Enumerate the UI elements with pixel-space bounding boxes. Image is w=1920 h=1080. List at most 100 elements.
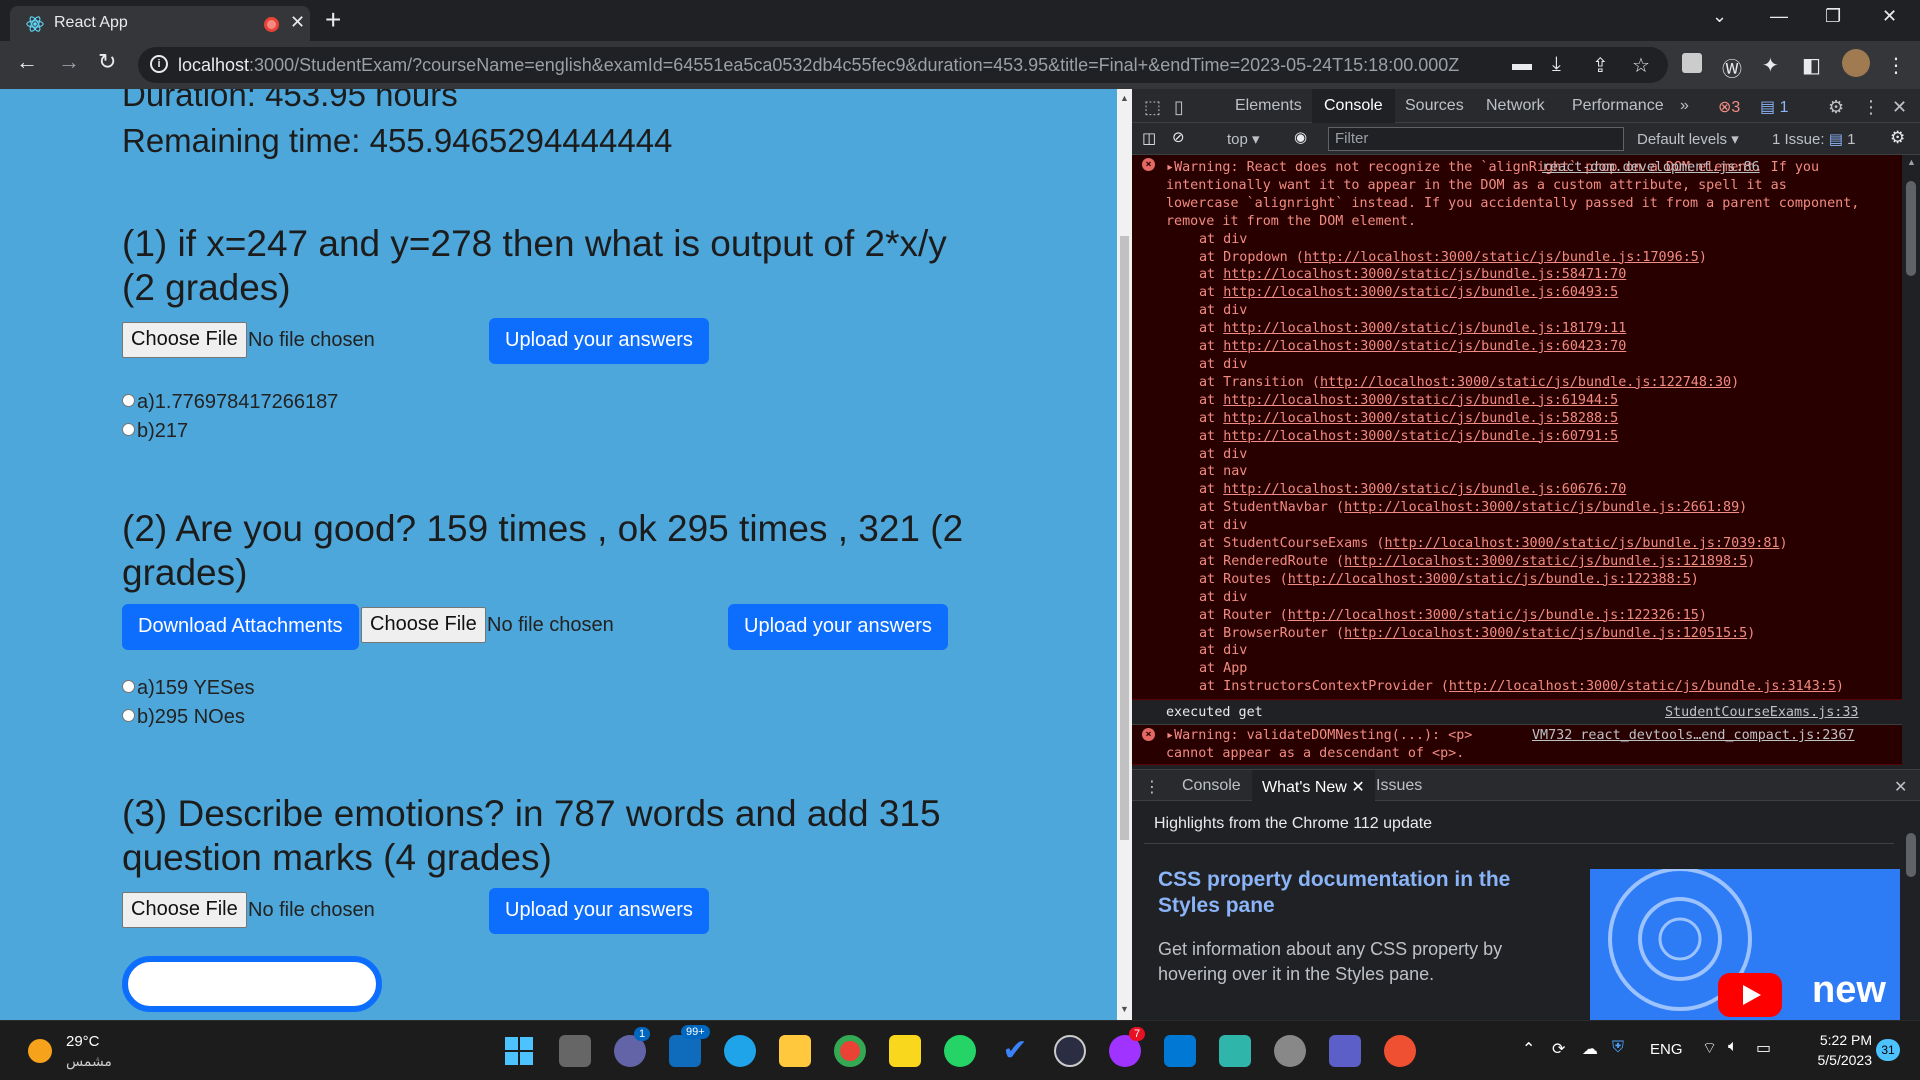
- stack-frame-link[interactable]: http://localhost:3000/static/js/bundle.j…: [1223, 339, 1626, 354]
- submit-button[interactable]: [122, 956, 382, 1012]
- forward-icon[interactable]: →: [58, 49, 80, 75]
- q2-option-b[interactable]: b)295 NOes: [122, 706, 245, 729]
- drawer-tab-issues[interactable]: Issues: [1376, 777, 1422, 795]
- whats-new-scrollbar[interactable]: [1902, 801, 1920, 1020]
- postman-icon[interactable]: [1384, 1035, 1416, 1067]
- weather-temp[interactable]: 29°C: [66, 1033, 100, 1050]
- clock-date[interactable]: 5/5/2023: [1800, 1052, 1873, 1068]
- back-icon[interactable]: ←: [16, 49, 38, 75]
- stack-frame-link[interactable]: http://localhost:3000/static/js/bundle.j…: [1344, 626, 1747, 641]
- messenger-icon[interactable]: 7: [1109, 1027, 1146, 1067]
- visual-studio-icon[interactable]: [1329, 1035, 1361, 1067]
- stack-frame-link[interactable]: http://localhost:3000/static/js/bundle.j…: [1320, 375, 1731, 390]
- drawer-menu-icon[interactable]: ⋮: [1144, 777, 1160, 797]
- tab-elements[interactable]: Elements: [1235, 97, 1302, 115]
- chrome-icon[interactable]: [834, 1035, 866, 1067]
- stack-frame-link[interactable]: http://localhost:3000/static/js/bundle.j…: [1344, 500, 1739, 515]
- stack-frame-link[interactable]: http://localhost:3000/static/js/bundle.j…: [1223, 267, 1626, 282]
- console-scrollbar-thumb[interactable]: [1906, 181, 1916, 276]
- volume-icon[interactable]: 🔈︎: [1728, 1038, 1738, 1056]
- start-windows-icon[interactable]: [503, 1035, 535, 1067]
- mail-icon[interactable]: 99+: [669, 1025, 710, 1067]
- drawer-tab-console[interactable]: Console: [1182, 777, 1241, 795]
- sync-icon[interactable]: ⟳: [1552, 1039, 1565, 1059]
- sidebar-toggle-icon[interactable]: ◫: [1142, 129, 1156, 147]
- console-settings-gear-icon[interactable]: ⚙: [1890, 128, 1905, 148]
- console-warning[interactable]: × react-dom.development.js:86 ▸Warning: …: [1132, 155, 1902, 700]
- address-bar[interactable]: i localhost:3000/StudentExam/?courseName…: [138, 47, 1668, 83]
- q1-choose-file-button[interactable]: Choose File: [122, 322, 247, 358]
- stack-frame-link[interactable]: http://localhost:3000/static/js/bundle.j…: [1304, 250, 1699, 265]
- install-icon[interactable]: ⤓: [1552, 53, 1561, 76]
- log-levels-dropdown[interactable]: Default levels ▾: [1637, 130, 1739, 148]
- show-hidden-icons-chevron-icon[interactable]: ⌃: [1522, 1039, 1535, 1059]
- q1-upload-button[interactable]: Upload your answers: [489, 318, 709, 364]
- stack-frame-link[interactable]: http://localhost:3000/static/js/bundle.j…: [1223, 482, 1626, 497]
- q2-option-a[interactable]: a)159 YESes: [122, 677, 255, 700]
- more-tabs-icon[interactable]: »: [1680, 97, 1689, 115]
- stack-frame-link[interactable]: http://localhost:3000/static/js/bundle.j…: [1223, 321, 1626, 336]
- reload-icon[interactable]: ↻: [98, 49, 116, 75]
- security-shield-icon[interactable]: ⛨: [1612, 1039, 1624, 1057]
- inspect-element-icon[interactable]: ⬚: [1144, 97, 1161, 118]
- sticky-notes-icon[interactable]: [889, 1035, 921, 1067]
- q1-option-a[interactable]: a)1.776978417266187: [122, 391, 338, 414]
- tab-network[interactable]: Network: [1486, 97, 1545, 115]
- cloud-icon[interactable]: ☁: [1582, 1039, 1598, 1059]
- scroll-down-icon[interactable]: ▼: [1120, 1004, 1129, 1014]
- download-attachments-button[interactable]: Download Attachments: [122, 604, 359, 650]
- warning2-source-link[interactable]: VM732 react_devtools…end_compact.js:2367: [1532, 727, 1854, 745]
- q2-upload-button[interactable]: Upload your answers: [728, 604, 948, 650]
- radio-button[interactable]: [122, 709, 135, 722]
- tab-console[interactable]: Console: [1312, 89, 1395, 123]
- q3-upload-button[interactable]: Upload your answers: [489, 888, 709, 934]
- issues-button[interactable]: 1 Issue: ▤ 1: [1772, 130, 1855, 148]
- notification-count-badge[interactable]: 31: [1876, 1039, 1900, 1061]
- profile-avatar[interactable]: [1842, 49, 1870, 77]
- close-tab-icon[interactable]: ✕: [1351, 779, 1364, 796]
- live-expression-eye-icon[interactable]: ◉: [1294, 128, 1307, 146]
- wordpress-extension-icon[interactable]: Ⓦ: [1722, 53, 1742, 82]
- close-drawer-icon[interactable]: ✕: [1894, 777, 1907, 797]
- cast-icon[interactable]: ▬: [1512, 53, 1532, 76]
- stack-frame-link[interactable]: http://localhost:3000/static/js/bundle.j…: [1223, 411, 1618, 426]
- stack-frame-link[interactable]: http://localhost:3000/static/js/bundle.j…: [1288, 572, 1691, 587]
- whats-new-video-thumbnail[interactable]: new: [1590, 869, 1900, 1020]
- page-scrollbar-thumb[interactable]: [1120, 236, 1129, 840]
- error-count-badge[interactable]: ⊗3: [1718, 97, 1740, 117]
- tab-sources[interactable]: Sources: [1405, 97, 1464, 115]
- extensions-puzzle-icon[interactable]: ✦: [1762, 53, 1779, 78]
- close-tab-icon[interactable]: ✕: [290, 12, 305, 33]
- youtube-play-icon[interactable]: [1718, 973, 1782, 1017]
- new-tab-button[interactable]: +: [325, 4, 341, 36]
- task-view-icon[interactable]: [559, 1035, 591, 1067]
- radio-button[interactable]: [122, 423, 135, 436]
- close-devtools-icon[interactable]: ✕: [1892, 97, 1907, 118]
- edge-icon[interactable]: [724, 1035, 756, 1067]
- stack-frame-link[interactable]: http://localhost:3000/static/js/bundle.j…: [1288, 608, 1699, 623]
- notes-app-icon[interactable]: [1219, 1035, 1251, 1067]
- q3-choose-file-button[interactable]: Choose File: [122, 892, 247, 928]
- clear-console-icon[interactable]: ⊘: [1172, 128, 1185, 146]
- stack-frame-link[interactable]: http://localhost:3000/static/js/bundle.j…: [1449, 679, 1836, 694]
- eclipse-icon[interactable]: [1054, 1035, 1086, 1067]
- console-scrollbar[interactable]: ▲: [1902, 155, 1920, 765]
- radio-button[interactable]: [122, 680, 135, 693]
- context-selector[interactable]: top ▾: [1227, 130, 1260, 148]
- bookmark-star-icon[interactable]: ☆: [1632, 53, 1650, 78]
- clock-time[interactable]: 5:22 PM: [1812, 1032, 1872, 1048]
- restore-button[interactable]: ❐: [1825, 6, 1841, 27]
- teams-icon[interactable]: 1: [614, 1027, 651, 1067]
- stack-frame-link[interactable]: http://localhost:3000/static/js/bundle.j…: [1223, 429, 1618, 444]
- console-warning-2[interactable]: × VM732 react_devtools…end_compact.js:23…: [1132, 725, 1902, 765]
- side-panel-icon[interactable]: ◧: [1802, 53, 1821, 78]
- share-icon[interactable]: ⇪: [1592, 53, 1609, 78]
- scroll-up-icon[interactable]: ▲: [1120, 93, 1129, 103]
- todo-icon[interactable]: ✔: [999, 1035, 1031, 1067]
- extension-icon[interactable]: [1682, 53, 1702, 73]
- scroll-up-icon[interactable]: ▲: [1907, 157, 1916, 167]
- radio-button[interactable]: [122, 394, 135, 407]
- stack-frame-link[interactable]: http://localhost:3000/static/js/bundle.j…: [1223, 393, 1618, 408]
- battery-icon[interactable]: ▭: [1756, 1038, 1771, 1058]
- device-toolbar-icon[interactable]: ▯: [1174, 97, 1184, 118]
